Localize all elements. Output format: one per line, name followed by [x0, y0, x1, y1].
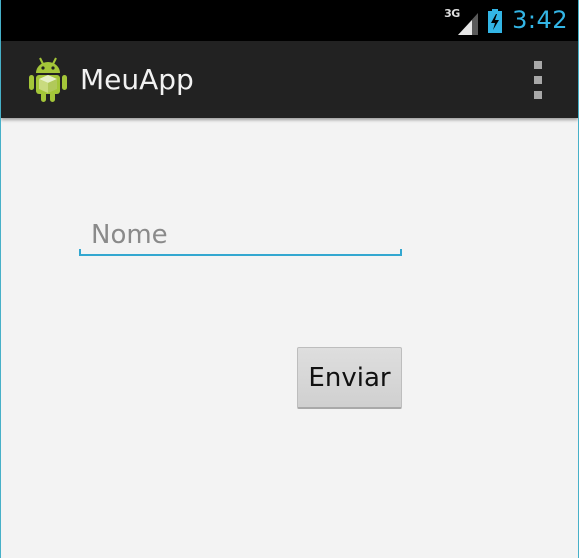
overflow-dot: [534, 76, 542, 84]
overflow-menu-icon[interactable]: [528, 61, 548, 99]
overflow-dot: [534, 91, 542, 99]
status-bar: 3G 3:42: [1, 0, 578, 41]
send-button[interactable]: Enviar: [297, 347, 402, 409]
device-screen: 3G 3:42 MeuApp Nome Enviar: [0, 0, 579, 558]
signal-strength-graphic: [458, 12, 479, 35]
app-title: MeuApp: [80, 63, 194, 96]
overflow-dot: [534, 61, 542, 69]
signal-bars-icon: 3G: [444, 7, 479, 35]
name-input-underline-left-tick: [79, 249, 81, 256]
name-input[interactable]: [79, 214, 402, 256]
main-content: Enviar: [1, 118, 578, 558]
name-input-underline-right-tick: [400, 249, 402, 256]
status-icons: 3G 3:42: [444, 0, 568, 41]
battery-charging-icon: [488, 8, 503, 33]
name-field: [79, 214, 402, 256]
status-clock: 3:42: [512, 6, 568, 34]
name-input-underline: [79, 254, 402, 256]
action-bar: MeuApp: [1, 41, 578, 118]
android-robot-icon[interactable]: [27, 55, 69, 103]
